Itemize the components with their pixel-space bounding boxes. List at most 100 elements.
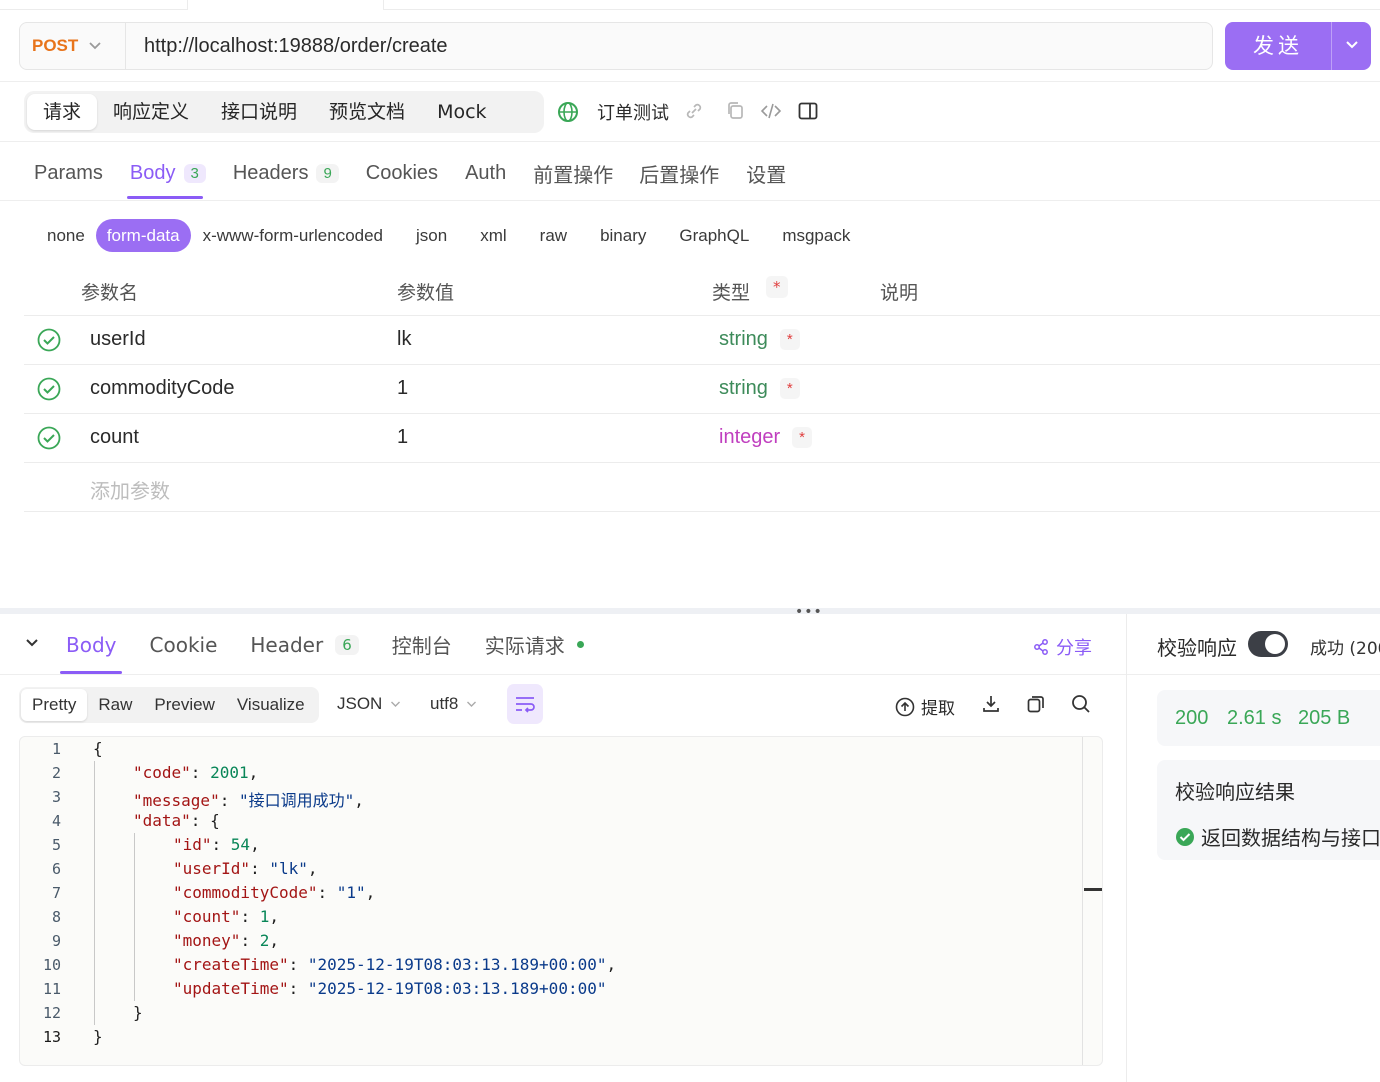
view-preview[interactable]: Preview <box>143 689 225 721</box>
body-type-raw[interactable]: raw <box>529 219 578 252</box>
tab-headers[interactable]: Headers 9 <box>233 157 339 189</box>
body-type-binary[interactable]: binary <box>589 219 657 252</box>
param-name[interactable]: userId <box>90 328 146 351</box>
extract-button[interactable]: 提取 <box>895 694 955 719</box>
body-type-form-data[interactable]: form-data <box>95 219 191 252</box>
body-type-graphql[interactable]: GraphQL <box>668 219 760 252</box>
tab-settings[interactable]: 设置 <box>746 157 786 189</box>
table-row[interactable]: count 1 integer * <box>24 414 1380 463</box>
code-icon[interactable] <box>760 100 782 122</box>
headers-count-badge: 9 <box>316 163 339 183</box>
divider <box>1127 674 1380 675</box>
tab-post-request[interactable]: 后置操作 <box>639 157 719 189</box>
chevron-down-icon <box>467 701 477 707</box>
param-name[interactable]: commodityCode <box>90 377 235 400</box>
required-star: * <box>766 276 788 298</box>
resp-tab-cookie[interactable]: Cookie <box>150 633 218 657</box>
code-line: "data": { <box>133 811 220 830</box>
link-icon[interactable] <box>683 100 705 122</box>
tab-request[interactable]: 请求 <box>27 94 98 130</box>
code-line: "money": 2, <box>173 931 279 950</box>
add-param-placeholder[interactable]: 添加参数 <box>90 475 170 504</box>
view-raw[interactable]: Raw <box>87 689 143 721</box>
code-line: "userId": "lk", <box>173 859 318 878</box>
tab-api-description[interactable]: 接口说明 <box>205 94 313 130</box>
upload-circle-icon <box>895 697 915 716</box>
column-desc-header: 说明 <box>880 282 919 304</box>
collapse-chevron-icon[interactable] <box>24 634 40 653</box>
table-row[interactable]: commodityCode 1 string * <box>24 365 1380 414</box>
tab-response-definition[interactable]: 响应定义 <box>97 94 205 130</box>
tab-auth[interactable]: Auth <box>465 157 506 189</box>
tab-preview-doc[interactable]: 预览文档 <box>313 94 421 130</box>
copy-icon[interactable] <box>1025 693 1047 715</box>
body-type-none[interactable]: none <box>36 219 96 252</box>
check-circle-icon[interactable] <box>37 377 61 401</box>
resp-tab-actual-request[interactable]: 实际请求 <box>485 630 584 659</box>
body-type-json[interactable]: json <box>405 219 458 252</box>
splitter-handle[interactable]: ••• <box>795 604 823 620</box>
scroll-marker <box>1084 888 1102 891</box>
encoding-select[interactable]: utf8 <box>430 694 477 714</box>
tab-params[interactable]: Params <box>34 157 103 189</box>
share-label: 分享 <box>1056 638 1092 659</box>
wrap-icon <box>516 697 535 713</box>
verify-toggle[interactable] <box>1248 631 1288 657</box>
format-select[interactable]: JSON <box>337 694 401 714</box>
copy-icon[interactable] <box>725 100 747 122</box>
body-type-msgpack[interactable]: msgpack <box>771 219 861 252</box>
line-number: 8 <box>51 908 61 926</box>
editor-scrollbar[interactable] <box>1082 737 1083 1065</box>
add-param-row[interactable]: 添加参数 <box>24 463 1380 512</box>
line-number: 2 <box>51 764 61 782</box>
search-icon[interactable] <box>1070 693 1092 715</box>
url-input[interactable]: http://localhost:19888/order/create <box>144 23 448 69</box>
body-type-urlencoded[interactable]: x-www-form-urlencoded <box>192 219 394 252</box>
panel-splitter[interactable] <box>0 608 1380 614</box>
param-type[interactable]: string * <box>719 377 800 400</box>
code-line: } <box>133 1003 143 1022</box>
param-value[interactable]: 1 <box>397 377 408 400</box>
panel-toggle-icon[interactable] <box>797 100 819 122</box>
method-select[interactable]: POST <box>20 23 126 69</box>
environment-name[interactable]: 订单测试 <box>597 99 669 125</box>
check-circle-icon[interactable] <box>37 426 61 450</box>
resp-tab-body[interactable]: Body <box>66 633 117 657</box>
body-type-xml[interactable]: xml <box>469 219 517 252</box>
divider <box>0 81 1380 82</box>
resp-tab-console[interactable]: 控制台 <box>392 630 452 659</box>
required-star: * <box>779 378 800 399</box>
verify-result-box: 校验响应结果 返回数据结构与接口 <box>1157 760 1380 860</box>
view-visualize[interactable]: Visualize <box>226 689 316 721</box>
code-line: "updateTime": "2025-12-19T08:03:13.189+0… <box>173 979 607 998</box>
param-value[interactable]: lk <box>397 328 411 351</box>
view-pretty[interactable]: Pretty <box>21 689 88 721</box>
share-button[interactable]: 分享 <box>1032 634 1092 660</box>
param-type[interactable]: string * <box>719 328 800 351</box>
param-name[interactable]: count <box>90 426 139 449</box>
send-button[interactable]: 发送 <box>1225 22 1371 70</box>
column-type-header: 类型 <box>712 282 751 304</box>
param-type[interactable]: integer * <box>719 426 812 449</box>
chevron-down-icon <box>391 701 401 707</box>
response-code-editor[interactable]: 1 2 3 4 5 6 7 8 9 10 11 12 13 { "code": … <box>19 736 1103 1066</box>
resp-tab-header[interactable]: Header 6 <box>250 633 359 657</box>
tab-cookies[interactable]: Cookies <box>366 157 438 189</box>
send-dropdown-button[interactable] <box>1331 22 1371 70</box>
param-value[interactable]: 1 <box>397 426 408 449</box>
download-icon[interactable] <box>980 693 1002 715</box>
code-line: "count": 1, <box>173 907 279 926</box>
code-line: "id": 54, <box>173 835 260 854</box>
check-circle-icon[interactable] <box>37 328 61 352</box>
tab-mock[interactable]: Mock <box>421 94 502 130</box>
line-number: 1 <box>51 740 61 758</box>
table-row[interactable]: userId lk string * <box>24 316 1380 365</box>
tab-pre-request[interactable]: 前置操作 <box>533 157 613 189</box>
window-tab[interactable] <box>187 0 384 10</box>
divider <box>0 200 1380 201</box>
word-wrap-button[interactable] <box>507 684 543 724</box>
request-mode-tabs: 请求 响应定义 接口说明 预览文档 Mock <box>24 91 544 133</box>
tab-body[interactable]: Body 3 <box>130 157 206 189</box>
globe-icon[interactable] <box>556 100 580 124</box>
toggle-knob <box>1265 634 1285 654</box>
